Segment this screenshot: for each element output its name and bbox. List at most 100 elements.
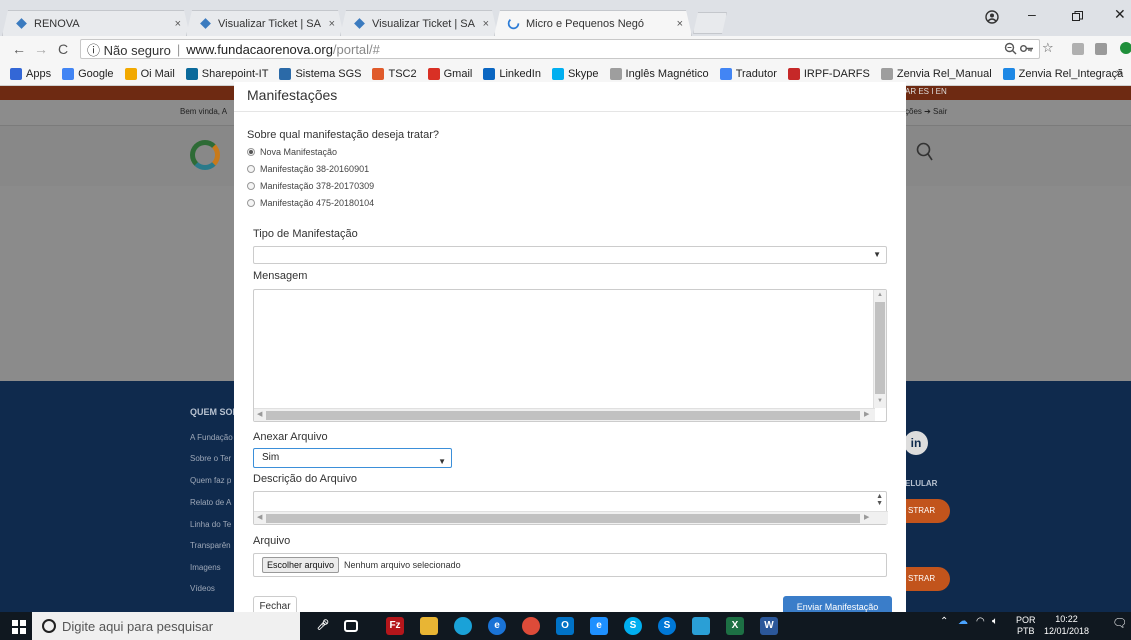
- outlook-icon[interactable]: O: [556, 617, 574, 635]
- input-language[interactable]: POR PTB: [1016, 615, 1036, 637]
- footer-link[interactable]: Linha do Te: [190, 520, 231, 529]
- vertical-scrollbar[interactable]: ▲ ▼: [873, 290, 886, 408]
- scroll-down-icon[interactable]: ▼: [877, 398, 883, 404]
- radio-unselected-icon[interactable]: [247, 182, 255, 190]
- submit-manifestation-button[interactable]: Enviar Manifestação: [783, 596, 892, 612]
- bookmark-zenvia-manual[interactable]: Zenvia Rel_Manual: [880, 67, 992, 80]
- bookmark-tradutor[interactable]: Tradutor: [719, 67, 777, 80]
- radio-nova-manifestacao[interactable]: Nova Manifestação: [247, 147, 337, 157]
- clock[interactable]: 10:22 12/01/2018: [1044, 613, 1089, 637]
- windows-start-icon[interactable]: [12, 620, 26, 634]
- footer-link[interactable]: Quem faz p: [190, 476, 231, 485]
- forward-icon[interactable]: →: [30, 41, 52, 57]
- footer-link[interactable]: Sobre o Ter: [190, 454, 231, 463]
- tipo-manifestacao-select[interactable]: ▼: [253, 246, 887, 264]
- file-explorer-icon[interactable]: [420, 617, 438, 635]
- security-indicator[interactable]: ⓘ Não seguro: [87, 40, 171, 59]
- bookmark-star-icon[interactable]: ☆: [1042, 40, 1054, 56]
- extension-icon[interactable]: [1095, 43, 1107, 55]
- address-bar[interactable]: ⓘ Não seguro | www.fundacaorenova.org/po…: [80, 39, 1040, 59]
- descricao-arquivo-textarea[interactable]: ▲ ▼ ◀ ▶: [253, 491, 888, 525]
- task-view-icon[interactable]: [344, 620, 358, 632]
- excel-icon[interactable]: X: [726, 617, 744, 635]
- bookmark-zenvia-integracao[interactable]: Zenvia Rel_Integraçã: [1002, 67, 1123, 80]
- scroll-right-icon[interactable]: ▶: [864, 513, 869, 521]
- bookmarks-overflow-icon[interactable]: »: [1116, 67, 1122, 79]
- scroll-left-icon[interactable]: ◀: [257, 513, 262, 521]
- choose-file-button[interactable]: Escolher arquivo: [262, 557, 340, 573]
- edge-icon[interactable]: e: [590, 617, 608, 635]
- file-input[interactable]: Escolher arquivo Nenhum arquivo selecion…: [253, 553, 887, 577]
- filezilla-icon[interactable]: Fz: [386, 617, 404, 635]
- internet-explorer-icon[interactable]: e: [488, 617, 506, 635]
- scrollbar-thumb[interactable]: [266, 411, 860, 420]
- footer-link[interactable]: Vídeos: [190, 584, 215, 593]
- taskbar-search[interactable]: Digite aqui para pesquisar: [32, 612, 300, 640]
- scroll-up-icon[interactable]: ▲: [877, 292, 883, 298]
- renova-logo[interactable]: [190, 140, 220, 170]
- radio-selected-icon[interactable]: [247, 148, 255, 156]
- onedrive-icon[interactable]: ☁: [958, 616, 968, 627]
- language-switch[interactable]: AR ES I EN: [905, 87, 947, 96]
- tray-overflow-icon[interactable]: ⌃: [940, 616, 948, 627]
- bookmark-linkedin[interactable]: LinkedIn: [483, 67, 541, 80]
- mensagem-textarea[interactable]: ▲ ▼ ◀ ▶: [253, 289, 887, 422]
- radio-unselected-icon[interactable]: [247, 199, 255, 207]
- horizontal-scrollbar[interactable]: ◀ ▶: [254, 408, 875, 421]
- account-icon[interactable]: [985, 10, 999, 24]
- new-tab-button[interactable]: [693, 12, 727, 34]
- bookmark-sistema-sgs[interactable]: Sistema SGS: [279, 67, 361, 80]
- tab-visualizar-ticket-2[interactable]: Visualizar Ticket | SA Info ×: [340, 10, 498, 36]
- bookmark-sharepoint[interactable]: Sharepoint-IT: [185, 67, 268, 80]
- scrollbar-thumb[interactable]: [266, 514, 860, 523]
- tab-micro-pequenos-negocios[interactable]: Micro e Pequenos Negó ×: [494, 10, 692, 36]
- wifi-icon[interactable]: ◠: [976, 616, 985, 627]
- footer-link[interactable]: A Fundação: [190, 433, 233, 442]
- bookmark-gmail[interactable]: Gmail: [427, 67, 472, 80]
- close-window-icon[interactable]: ✕: [1114, 6, 1126, 23]
- scroll-left-icon[interactable]: ◀: [257, 410, 262, 418]
- skype-business-icon[interactable]: S: [658, 617, 676, 635]
- tab-close-icon[interactable]: ×: [329, 18, 335, 30]
- footer-link[interactable]: Relato de A: [190, 498, 231, 507]
- back-icon[interactable]: ←: [8, 41, 30, 57]
- bookmark-irpf-darfs[interactable]: IRPF-DARFS: [787, 67, 870, 80]
- footer-link[interactable]: Imagens: [190, 563, 221, 572]
- skype-icon[interactable]: S: [624, 617, 642, 635]
- bookmark-skype[interactable]: Skype: [551, 67, 599, 80]
- footer-register-button[interactable]: STRAR: [900, 499, 950, 523]
- anexar-arquivo-select[interactable]: Sim ▼: [253, 448, 452, 468]
- app-icon[interactable]: [692, 617, 710, 635]
- linkedin-icon[interactable]: in: [904, 431, 928, 455]
- bookmark-tsc2[interactable]: TSC2: [372, 67, 417, 80]
- bookmark-google[interactable]: Google: [62, 67, 114, 80]
- volume-icon[interactable]: 🔈︎: [992, 616, 998, 627]
- chrome-icon[interactable]: [522, 617, 540, 635]
- zoom-icon[interactable]: [1004, 42, 1017, 55]
- app-icon[interactable]: [454, 617, 472, 635]
- site-search-icon[interactable]: [916, 142, 934, 162]
- close-button[interactable]: Fechar: [253, 596, 297, 612]
- bookmark-ingles-magnetico[interactable]: Inglês Magnético: [609, 67, 709, 80]
- footer-register-button[interactable]: STRAR: [900, 567, 950, 591]
- minimize-icon[interactable]: –: [1028, 6, 1036, 22]
- radio-unselected-icon[interactable]: [247, 165, 255, 173]
- word-icon[interactable]: W: [760, 617, 778, 635]
- notifications-icon[interactable]: 🗨︎: [1112, 616, 1127, 630]
- radio-manifestacao-475[interactable]: Manifestação 475-20180104: [247, 198, 374, 208]
- reload-icon[interactable]: C: [52, 41, 74, 57]
- bookmark-apps[interactable]: Apps: [10, 67, 51, 80]
- tab-close-icon[interactable]: ×: [175, 18, 181, 30]
- horizontal-scrollbar[interactable]: ◀ ▶: [254, 511, 888, 524]
- microphone-icon[interactable]: 🎤︎: [314, 617, 332, 635]
- bookmark-oi-mail[interactable]: Oi Mail: [124, 67, 175, 80]
- tab-renova[interactable]: RENOVA ×: [2, 10, 190, 36]
- logout-link[interactable]: ções ➔ Sair: [905, 107, 947, 116]
- tab-visualizar-ticket-1[interactable]: Visualizar Ticket | SA Info ×: [186, 10, 344, 36]
- tab-close-icon[interactable]: ×: [483, 18, 489, 30]
- restore-icon[interactable]: [1072, 11, 1083, 22]
- extension-green-icon[interactable]: [1120, 42, 1131, 54]
- tab-close-icon[interactable]: ×: [677, 18, 683, 30]
- spin-arrows-icon[interactable]: ▲ ▼: [876, 493, 883, 507]
- radio-manifestacao-38[interactable]: Manifestação 38-20160901: [247, 164, 369, 174]
